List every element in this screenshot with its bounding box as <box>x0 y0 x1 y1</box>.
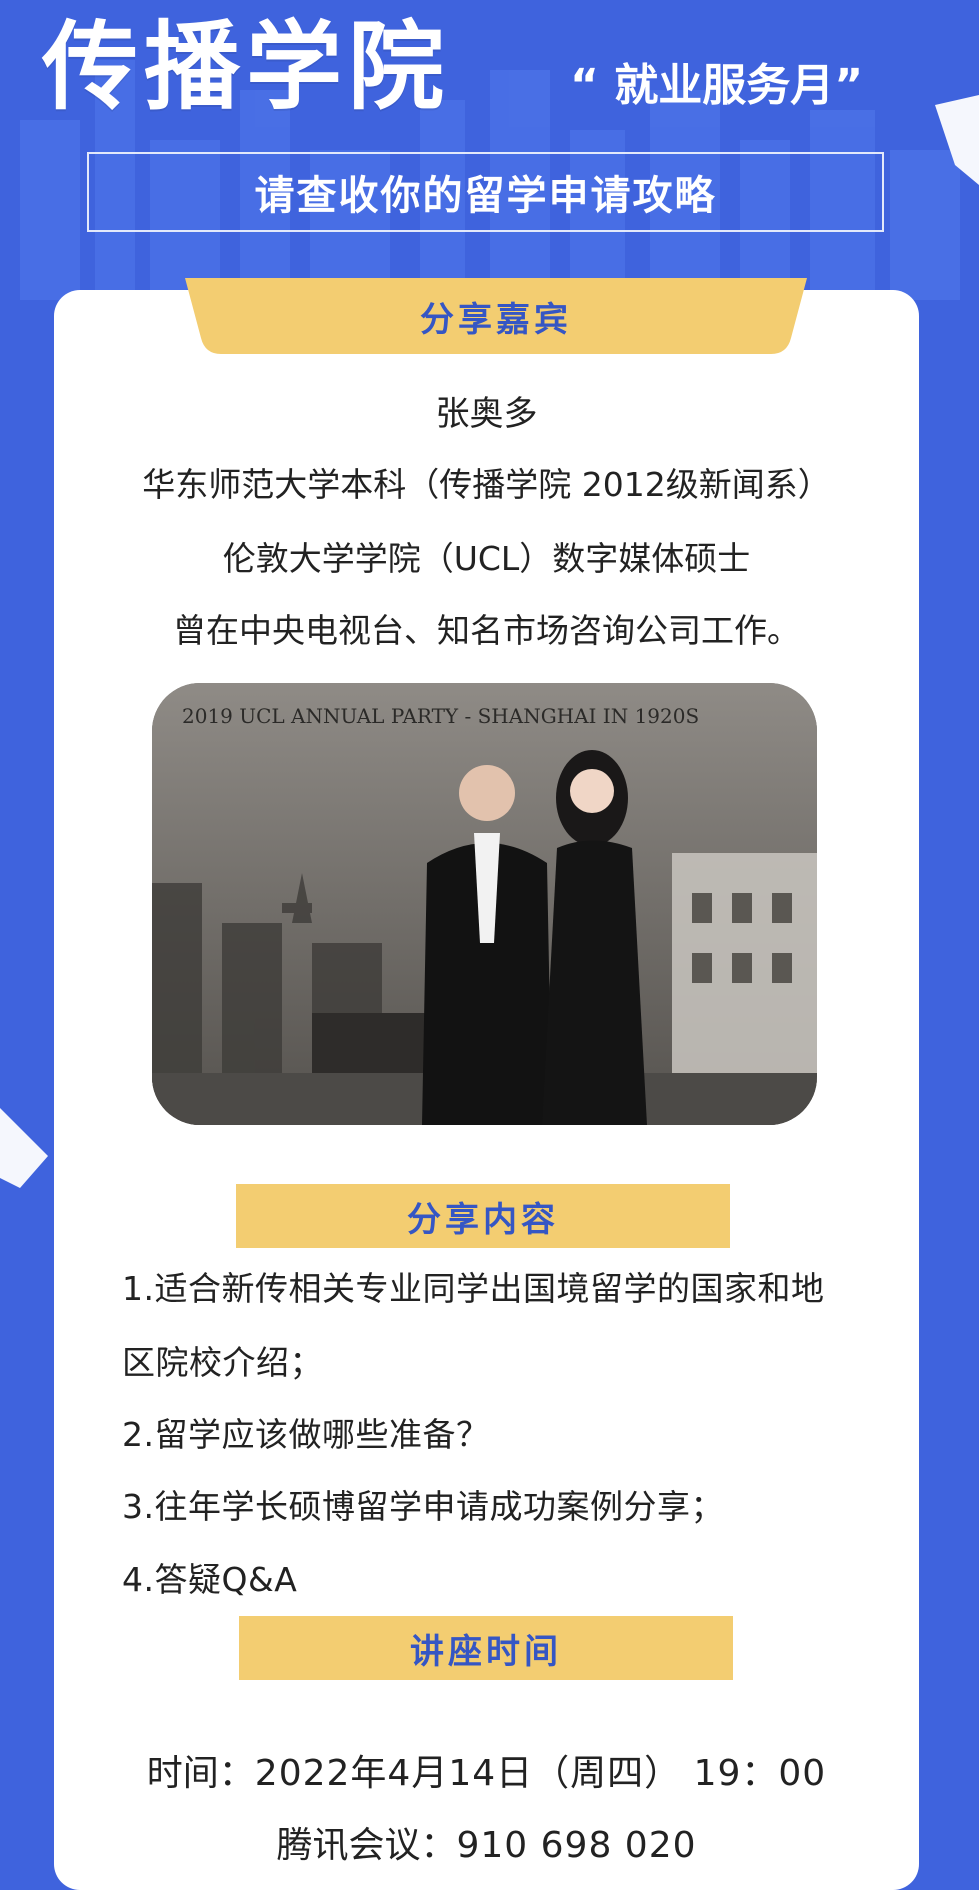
content-item-1-cont: 区院校介绍； <box>122 1343 323 1382</box>
meeting-prefix: 腾讯会议： <box>276 1825 457 1866</box>
content-item-1: 1.适合新传相关专业同学出国境留学的国家和地 <box>122 1269 825 1308</box>
photo-caption: 2019 UCL ANNUAL PARTY - SHANGHAI IN 1920… <box>182 704 699 728</box>
time-section-label: 讲座时间 <box>239 1616 733 1680</box>
time-prefix: 时间： <box>146 1753 255 1794</box>
content-item-3: 3.往年学长硕博留学申请成功案例分享； <box>122 1487 724 1526</box>
subtitle-text: 请查收你的留学申请攻略 <box>254 172 717 219</box>
guest-name: 张奥多 <box>435 394 538 434</box>
meeting-info: 腾讯会议：910 698 020 <box>54 1816 919 1868</box>
guest-education-master: 伦敦大学学院（UCL）数字媒体硕士 <box>222 539 751 578</box>
paper-decoration-top-right <box>935 95 979 185</box>
header-tag: “ 就业服务月” <box>570 60 864 111</box>
content-item-4: 4.答疑Q&A <box>122 1560 298 1599</box>
lecture-time: 时间：2022年4月14日（周四） 19：00 <box>54 1744 919 1796</box>
meeting-id[interactable]: 910 698 020 <box>456 1825 696 1866</box>
content-item-2: 2.留学应该做哪些准备？ <box>122 1415 490 1454</box>
subtitle-box: 请查收你的留学申请攻略 <box>87 152 884 232</box>
guest-label-tab: 分享嘉宾 <box>185 278 807 354</box>
header-title: 传播学院 <box>42 11 450 123</box>
guest-photo: 2019 UCL ANNUAL PARTY - SHANGHAI IN 1920… <box>152 683 817 1125</box>
time-value: 2022年4月14日（周四） 19：00 <box>254 1753 827 1794</box>
guest-education-undergrad: 华东师范大学本科（传播学院 2012级新闻系） <box>142 465 831 504</box>
content-section-label: 分享内容 <box>236 1184 730 1248</box>
guest-work-experience: 曾在中央电视台、知名市场咨询公司工作。 <box>173 611 800 650</box>
guest-section-label: 分享嘉宾 <box>420 299 572 340</box>
paper-decoration-left <box>0 1108 48 1188</box>
